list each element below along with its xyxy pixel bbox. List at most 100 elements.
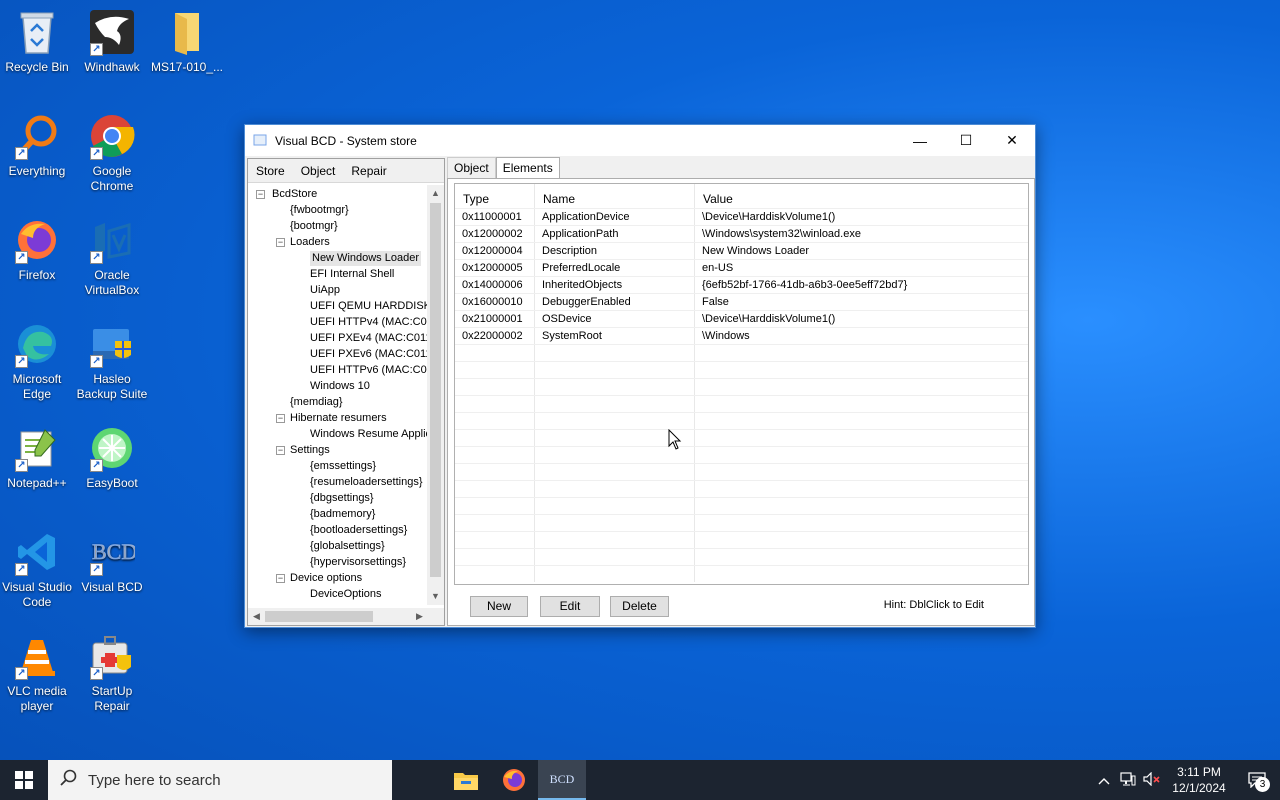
desktop-icon-ms17-folder[interactable]: MS17-010_... bbox=[150, 8, 224, 75]
bcd-tree-view[interactable]: − BcdStore {fwbootmgr} {bootmgr} − Loaders New… bbox=[248, 185, 428, 603]
tree-horizontal-scrollbar[interactable]: ◀ ▶ bbox=[248, 608, 444, 625]
maximize-button[interactable]: ☐ bbox=[943, 125, 989, 156]
menu-object[interactable]: Object bbox=[293, 164, 344, 178]
taskbar-file-explorer[interactable] bbox=[442, 760, 490, 800]
taskbar-clock[interactable]: 3:11 PM 12/1/2024 bbox=[1164, 764, 1234, 796]
empty-cell bbox=[535, 362, 695, 378]
empty-cell bbox=[535, 481, 695, 497]
taskbar-visual-bcd[interactable]: BCD bbox=[538, 760, 586, 800]
tree-node[interactable]: EFI Internal Shell bbox=[310, 267, 394, 282]
empty-table-row bbox=[455, 514, 1028, 531]
taskbar-search-box[interactable]: Type here to search bbox=[48, 760, 392, 800]
tree-node[interactable]: {bootloadersettings} bbox=[310, 523, 407, 538]
menu-repair[interactable]: Repair bbox=[343, 164, 394, 178]
clock-time: 3:11 PM bbox=[1177, 765, 1221, 779]
minimize-button[interactable]: — bbox=[897, 125, 943, 156]
tree-node[interactable]: Hibernate resumers bbox=[290, 411, 387, 426]
column-header-type[interactable]: Type bbox=[455, 184, 535, 208]
taskbar-firefox[interactable] bbox=[490, 760, 538, 800]
column-header-name[interactable]: Name bbox=[535, 184, 695, 208]
desktop-icon-startup-repair[interactable]: ↗ StartUp Repair bbox=[75, 632, 149, 714]
tree-expander-icon[interactable]: − bbox=[276, 446, 285, 455]
everything-search-icon: ↗ bbox=[13, 112, 61, 160]
close-button[interactable]: ✕ bbox=[989, 125, 1035, 156]
desktop-icon-visual-bcd[interactable]: BCD ↗ Visual BCD bbox=[75, 528, 149, 595]
desktop-icon-firefox[interactable]: ↗ Firefox bbox=[0, 216, 74, 283]
tree-expander-icon[interactable]: − bbox=[276, 574, 285, 583]
tree-node[interactable]: BcdStore bbox=[272, 187, 317, 202]
tree-node[interactable]: {fwbootmgr} bbox=[290, 203, 349, 218]
windhawk-icon: ↗ bbox=[88, 8, 136, 56]
title-bar[interactable]: Visual BCD - System store — ☐ ✕ bbox=[245, 125, 1035, 156]
tree-node[interactable]: {globalsettings} bbox=[310, 539, 385, 554]
elements-grid[interactable]: Type Name Value 0x11000001 ApplicationDev… bbox=[454, 183, 1029, 585]
desktop-icon-chrome[interactable]: ↗ Google Chrome bbox=[75, 112, 149, 194]
tree-node[interactable]: UEFI HTTPv6 (MAC:C0 bbox=[310, 363, 427, 378]
tree-node[interactable]: {bootmgr} bbox=[290, 219, 338, 234]
tree-expander-icon[interactable]: − bbox=[276, 414, 285, 423]
tab-object[interactable]: Object bbox=[447, 157, 496, 178]
tree-node[interactable]: UiApp bbox=[310, 283, 340, 298]
tab-elements[interactable]: Elements bbox=[495, 157, 560, 178]
table-row[interactable]: 0x22000002 SystemRoot \Windows bbox=[455, 327, 1028, 344]
table-row[interactable]: 0x21000001 OSDevice \Device\HarddiskVolume… bbox=[455, 310, 1028, 327]
desktop-icon-edge[interactable]: ↗ Microsoft Edge bbox=[0, 320, 74, 402]
tree-vertical-scrollbar[interactable]: ▲ ▼ bbox=[427, 185, 444, 605]
chevron-up-icon[interactable] bbox=[1092, 772, 1116, 788]
tree-node[interactable]: UEFI HTTPv4 (MAC:C0 bbox=[310, 315, 427, 330]
desktop-icon-notepadpp[interactable]: ↗ Notepad++ bbox=[0, 424, 74, 491]
notification-center-button[interactable]: 3 bbox=[1234, 760, 1280, 800]
tree-node[interactable]: {badmemory} bbox=[310, 507, 375, 522]
scrollbar-thumb[interactable] bbox=[265, 611, 373, 622]
volume-muted-icon[interactable] bbox=[1140, 771, 1164, 789]
scroll-down-icon[interactable]: ▼ bbox=[427, 588, 444, 605]
tree-node[interactable]: {memdiag} bbox=[290, 395, 343, 410]
desktop-icon-recycle-bin[interactable]: Recycle Bin bbox=[0, 8, 74, 75]
edit-button[interactable]: Edit bbox=[540, 596, 600, 617]
desktop-icon-windhawk[interactable]: ↗ Windhawk bbox=[75, 8, 149, 75]
scroll-up-icon[interactable]: ▲ bbox=[427, 185, 444, 202]
table-row[interactable]: 0x12000002 ApplicationPath \Windows\system… bbox=[455, 225, 1028, 242]
tree-node[interactable]: New Windows Loader bbox=[310, 251, 421, 266]
network-icon[interactable] bbox=[1116, 771, 1140, 789]
tree-node[interactable]: Loaders bbox=[290, 235, 330, 250]
delete-button[interactable]: Delete bbox=[610, 596, 669, 617]
table-row[interactable]: 0x12000004 Description New Windows Loader bbox=[455, 242, 1028, 259]
table-row[interactable]: 0x16000010 DebuggerEnabled False bbox=[455, 293, 1028, 310]
start-button[interactable] bbox=[0, 760, 48, 800]
desktop-icon-vscode[interactable]: ↗ Visual Studio Code bbox=[0, 528, 74, 610]
desktop-icon-vlc[interactable]: ↗ VLC media player bbox=[0, 632, 74, 714]
table-row[interactable]: 0x11000001 ApplicationDevice \Device\Hardd… bbox=[455, 208, 1028, 225]
firefox-icon: ↗ bbox=[13, 216, 61, 264]
desktop-icon-virtualbox[interactable]: ↗ Oracle VirtualBox bbox=[75, 216, 149, 298]
menu-store[interactable]: Store bbox=[248, 164, 293, 178]
cell-type: 0x11000001 bbox=[455, 209, 535, 225]
tree-node[interactable]: {resumeloadersettings} bbox=[310, 475, 423, 490]
tree-node[interactable]: UEFI PXEv4 (MAC:C011 bbox=[310, 331, 428, 346]
tree-node[interactable]: Settings bbox=[290, 443, 330, 458]
scrollbar-thumb[interactable] bbox=[430, 203, 441, 577]
tree-node[interactable]: Device options bbox=[290, 571, 362, 586]
tree-expander-icon[interactable]: − bbox=[276, 238, 285, 247]
tree-node[interactable]: {emssettings} bbox=[310, 459, 376, 474]
tree-node[interactable]: UEFI QEMU HARDDISK bbox=[310, 299, 428, 314]
desktop-icon-hasleo[interactable]: ↗ Hasleo Backup Suite bbox=[75, 320, 149, 402]
tree-node[interactable]: {dbgsettings} bbox=[310, 491, 374, 506]
desktop-icon-everything[interactable]: ↗ Everything bbox=[0, 112, 74, 179]
desktop-icon-easyboot[interactable]: ↗ EasyBoot bbox=[75, 424, 149, 491]
tree-node[interactable]: UEFI PXEv6 (MAC:C011 bbox=[310, 347, 428, 362]
hasleo-backup-icon: ↗ bbox=[88, 320, 136, 368]
window-title: Visual BCD - System store bbox=[275, 133, 417, 148]
table-row[interactable]: 0x14000006 InheritedObjects {6efb52bf-1766… bbox=[455, 276, 1028, 293]
table-row[interactable]: 0x12000005 PreferredLocale en-US bbox=[455, 259, 1028, 276]
column-header-value[interactable]: Value bbox=[695, 184, 1028, 208]
scroll-left-icon[interactable]: ◀ bbox=[248, 608, 265, 625]
tree-node[interactable]: Windows 10 bbox=[310, 379, 370, 394]
tree-node[interactable]: {hypervisorsettings} bbox=[310, 555, 406, 570]
tree-node[interactable]: Windows Resume Applic bbox=[310, 427, 428, 442]
tree-node[interactable]: DeviceOptions bbox=[310, 587, 382, 602]
scroll-right-icon[interactable]: ▶ bbox=[411, 608, 428, 625]
tree-expander-icon[interactable]: − bbox=[256, 190, 265, 199]
new-button[interactable]: New bbox=[470, 596, 528, 617]
recycle-bin-icon bbox=[13, 8, 61, 56]
